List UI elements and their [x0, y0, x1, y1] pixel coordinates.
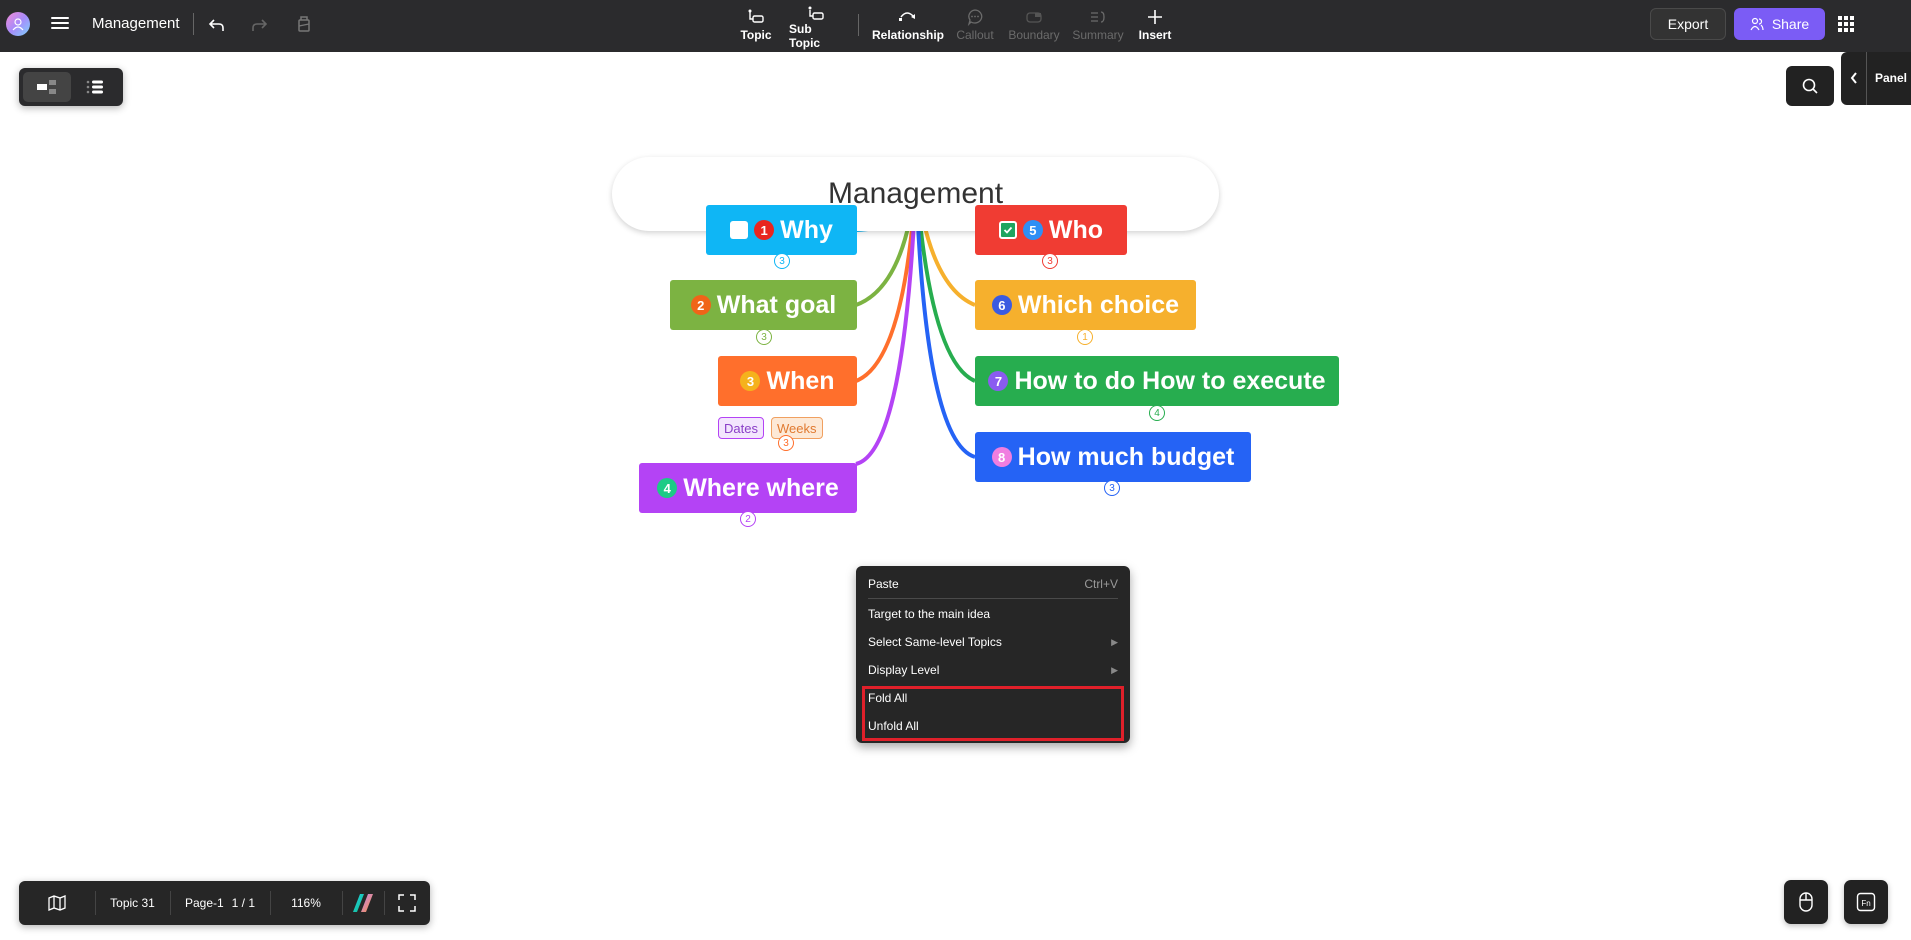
mindmap-view-icon: [37, 80, 56, 94]
zoom-level[interactable]: 116%: [270, 881, 342, 925]
apps-grid-button[interactable]: [1838, 16, 1856, 32]
users-icon: [1750, 17, 1764, 31]
fold-count-where[interactable]: 2: [740, 511, 756, 527]
topic-when[interactable]: 3 When: [718, 356, 857, 406]
priority-7-icon: 7: [988, 371, 1009, 391]
view-switcher: [19, 68, 123, 106]
menu-item-select-same-level[interactable]: Select Same-level Topics ▶: [856, 628, 1130, 656]
callout-icon: [967, 9, 983, 26]
fullscreen-icon: [398, 894, 416, 912]
export-button[interactable]: Export: [1650, 8, 1726, 40]
menu-item-fold-all[interactable]: Fold All: [856, 684, 1130, 712]
theme-button[interactable]: [342, 881, 384, 925]
user-icon: [12, 18, 24, 31]
menu-divider: [868, 598, 1118, 599]
fold-count-why[interactable]: 3: [774, 253, 790, 269]
menu-item-target-main-idea[interactable]: Target to the main idea: [856, 600, 1130, 628]
check-icon: [1003, 226, 1013, 234]
panel-toggle-button[interactable]: Panel: [1841, 52, 1911, 105]
divider: [193, 13, 194, 35]
redo-button[interactable]: [247, 13, 271, 37]
checkbox-unchecked[interactable]: [730, 221, 749, 239]
label-dates[interactable]: Dates: [718, 417, 764, 439]
subtopic-icon: [808, 6, 824, 20]
topic-why[interactable]: 1 Why: [706, 205, 857, 255]
priority-3-icon: 3: [740, 371, 761, 391]
topic-where-where[interactable]: 4 Where where: [639, 463, 857, 513]
tool-insert[interactable]: Insert: [1138, 6, 1172, 46]
function-keys-button[interactable]: Fn: [1844, 880, 1888, 924]
priority-6-icon: 6: [991, 295, 1012, 315]
top-toolbar: Management Topic Sub Topic Relationship …: [0, 0, 1911, 52]
priority-5-icon: 5: [1022, 220, 1043, 240]
svg-text:Fn: Fn: [1861, 899, 1870, 908]
undo-icon: [208, 19, 224, 31]
search-button[interactable]: [1786, 66, 1834, 106]
menu-item-display-level[interactable]: Display Level ▶: [856, 656, 1130, 684]
fold-count-how-to-do[interactable]: 4: [1149, 405, 1165, 421]
submenu-arrow-icon: ▶: [1111, 664, 1118, 675]
tool-callout[interactable]: Callout: [956, 6, 994, 46]
mindmap-view-button[interactable]: [23, 72, 71, 102]
divider: [1866, 52, 1867, 105]
topic-how-to-do[interactable]: 7 How to do How to execute: [975, 356, 1339, 406]
hamburger-menu-button[interactable]: [50, 14, 70, 34]
topic-how-much-budget[interactable]: 8 How much budget: [975, 432, 1251, 482]
map-icon: [48, 895, 66, 911]
outline-list-icon: [86, 80, 103, 94]
fullscreen-button[interactable]: [384, 881, 430, 925]
tool-boundary[interactable]: Boundary: [1008, 6, 1060, 46]
fold-count-what-goal[interactable]: 3: [756, 329, 772, 345]
menu-item-unfold-all[interactable]: Unfold All: [856, 712, 1130, 740]
topic-what-goal[interactable]: 2 What goal: [670, 280, 857, 330]
label-weeks[interactable]: Weeks: [771, 417, 823, 439]
mindmap-canvas[interactable]: Management 1 Why 3 2 What goal 3 3 When …: [0, 52, 1911, 940]
format-painter-icon: [298, 16, 310, 32]
priority-2-icon: 2: [690, 295, 711, 315]
boundary-icon: [1026, 12, 1042, 23]
fold-count-which-choice[interactable]: 1: [1077, 329, 1093, 345]
context-menu: Paste Ctrl+V Target to the main idea Sel…: [856, 566, 1130, 743]
tool-relationship[interactable]: Relationship: [872, 6, 944, 46]
menu-item-paste[interactable]: Paste Ctrl+V: [856, 570, 1130, 598]
fold-count-when[interactable]: 3: [778, 435, 794, 451]
root-topic[interactable]: Management: [612, 157, 1219, 231]
status-bar: Topic 31 Page-1 1 / 1 116%: [19, 881, 430, 925]
redo-icon: [252, 19, 268, 31]
checkbox-checked[interactable]: [998, 221, 1017, 239]
undo-button[interactable]: [205, 13, 229, 37]
format-painter-button[interactable]: [292, 13, 316, 37]
submenu-arrow-icon: ▶: [1111, 636, 1118, 647]
fn-key-icon: Fn: [1856, 892, 1876, 912]
fold-count-who[interactable]: 3: [1042, 253, 1058, 269]
mouse-mode-button[interactable]: [1784, 880, 1828, 924]
topic-count: Topic 31: [110, 896, 155, 910]
tool-sub-topic[interactable]: Sub Topic: [789, 6, 843, 50]
outline-map-button[interactable]: [19, 881, 95, 925]
topic-icon: [748, 9, 764, 23]
topic-who[interactable]: 5 Who: [975, 205, 1127, 255]
fold-count-budget[interactable]: 3: [1104, 480, 1120, 496]
relationship-icon: [899, 12, 915, 21]
mouse-icon: [1799, 892, 1813, 912]
tool-topic[interactable]: Topic: [740, 6, 772, 46]
outline-view-button[interactable]: [71, 72, 119, 102]
chevron-left-icon: [1850, 72, 1857, 84]
search-icon: [1802, 78, 1818, 94]
tool-summary[interactable]: Summary: [1072, 6, 1124, 46]
share-button[interactable]: Share: [1734, 8, 1825, 40]
brand-logo-icon: [353, 894, 373, 912]
page-indicator[interactable]: Page-1 1 / 1: [170, 881, 270, 925]
plus-icon: [1148, 10, 1162, 24]
priority-4-icon: 4: [657, 478, 678, 498]
topic-which-choice[interactable]: 6 Which choice: [975, 280, 1196, 330]
user-avatar[interactable]: [6, 12, 30, 36]
document-title[interactable]: Management: [92, 15, 180, 32]
summary-icon: [1091, 11, 1105, 23]
priority-8-icon: 8: [991, 447, 1012, 467]
divider: [858, 14, 859, 36]
priority-1-icon: 1: [754, 220, 775, 240]
